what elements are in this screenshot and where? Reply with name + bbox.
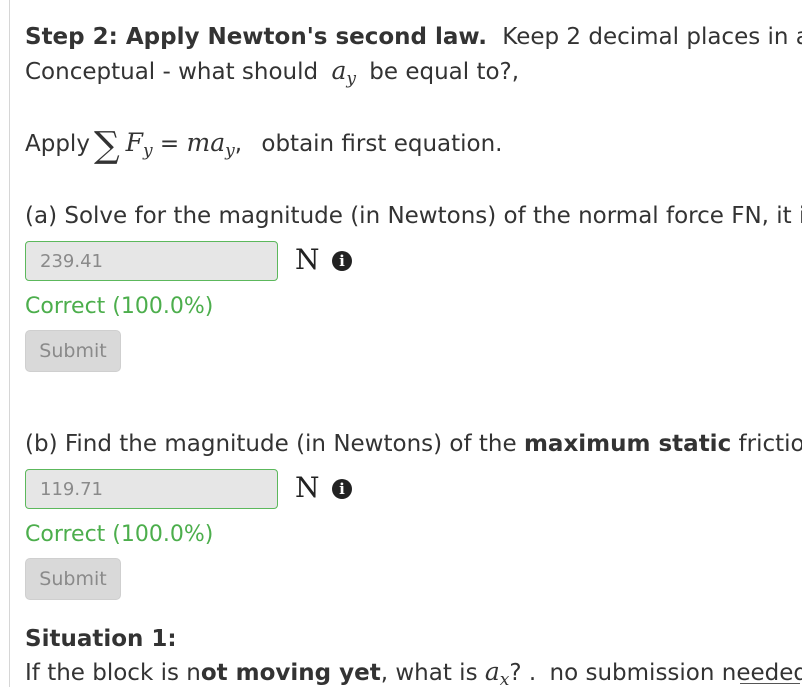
sigma-symbol: ∑ [93,125,120,166]
part-b-question-bold: maximum static [523,431,732,457]
part-b-question-suffix: friction. [738,431,802,457]
situation-question: If the block is not moving yet, what is … [25,657,802,687]
apply-equation: Apply ∑ Fy = may, obtain first equation. [25,128,503,164]
part-a-question: (a) Solve for the magnitude (in Newtons)… [25,203,802,229]
situation-title: Situation 1: [25,626,177,652]
situation-text-prefix: If the block is n [25,660,201,686]
part-a-submit-button[interactable]: Submit [25,330,121,372]
step-panel: Step 2: Apply Newton's second law. Keep … [25,0,802,687]
answer-blank-underline [740,683,800,684]
part-b-question: (b) Find the magnitude (in Newtons) of t… [25,429,802,459]
part-b-unit: N [295,471,320,504]
force-term: Fy [125,128,153,161]
apply-suffix: obtain first equation. [261,131,503,157]
equals-sign: = [159,131,180,157]
info-circle-icon[interactable]: i [332,251,352,271]
situation-text-bold: ot moving yet [200,660,381,686]
equation-comma: , [234,131,243,157]
step-title: Step 2: Apply Newton's second law. [25,24,487,50]
step-instruction: Keep 2 decimal places in all ans [502,24,802,50]
situation-question-mark: ? . [509,660,537,686]
conceptual-prefix: Conceptual - what should [25,59,319,85]
info-circle-icon[interactable]: i [332,479,352,499]
conceptual-suffix: be equal to?, [369,59,520,85]
part-a-unit: N [295,243,320,276]
left-border [9,0,10,687]
apply-prefix: Apply [25,131,90,157]
situation-text-mid: , what is [380,660,478,686]
part-b-answer-input[interactable] [25,469,278,509]
mass-accel-term: may [186,128,235,161]
part-a-answer-input[interactable] [25,241,278,281]
situation-variable: ax [484,657,510,687]
part-b-submit-button[interactable]: Submit [25,558,121,600]
part-b-status: Correct (100.0%) [25,522,214,547]
conceptual-variable: ay [331,56,356,89]
part-a-status: Correct (100.0%) [25,294,214,319]
part-b-question-prefix: (b) Find the magnitude (in Newtons) of t… [25,431,517,457]
conceptual-question: Conceptual - what should ay be equal to?… [25,56,520,89]
step-header: Step 2: Apply Newton's second law. Keep … [25,22,802,52]
